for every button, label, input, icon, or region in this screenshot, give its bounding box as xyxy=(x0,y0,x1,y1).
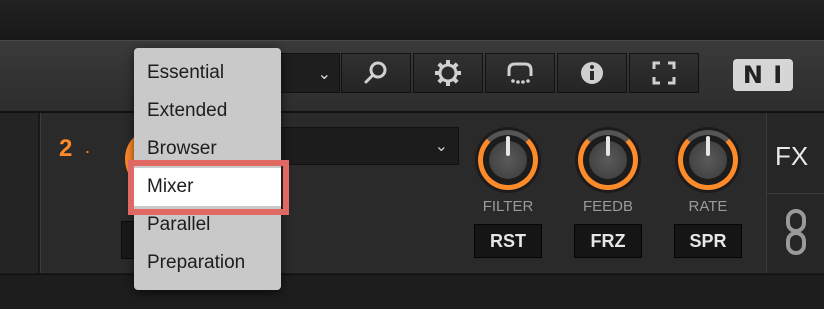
fullscreen-button[interactable] xyxy=(629,53,699,93)
menu-item-extended[interactable]: Extended xyxy=(134,92,281,130)
chevron-down-icon: ⌄ xyxy=(434,138,448,155)
title-bar xyxy=(0,0,824,40)
rate-label: RATE xyxy=(688,198,728,215)
gear-icon xyxy=(435,60,461,86)
rst-button[interactable]: RST xyxy=(474,224,542,258)
search-button[interactable] xyxy=(341,53,411,93)
bottom-bar xyxy=(0,274,824,309)
chain-icon[interactable] xyxy=(784,209,808,255)
header-toolbar: ⌄ N I xyxy=(0,40,824,113)
ni-logo: N I xyxy=(728,55,798,95)
fullscreen-icon xyxy=(652,61,676,85)
spr-button[interactable]: SPR xyxy=(674,224,742,258)
preferences-button[interactable] xyxy=(413,53,483,93)
fx-panel-divider xyxy=(767,193,824,194)
search-icon xyxy=(364,61,387,84)
highlight-box xyxy=(128,160,289,215)
filter-label: FILTER xyxy=(482,198,534,215)
feedback-label: FEEDB xyxy=(582,198,633,215)
deck-number-dot: . xyxy=(85,137,91,157)
menu-item-preparation[interactable]: Preparation xyxy=(134,244,281,282)
feedback-knob[interactable] xyxy=(575,127,641,193)
rate-knob[interactable] xyxy=(675,127,741,193)
fx-panel: FX xyxy=(766,113,824,273)
frz-button[interactable]: FRZ xyxy=(574,224,642,258)
ni-logo-text: N I xyxy=(732,59,794,91)
menu-item-essential[interactable]: Essential xyxy=(134,54,281,92)
loop-recorder-button[interactable] xyxy=(485,53,555,93)
loop-icon xyxy=(507,62,533,84)
left-edge-strip xyxy=(0,113,39,273)
chevron-down-icon: ⌄ xyxy=(317,66,331,83)
info-icon xyxy=(581,62,603,84)
deck-number: 2 xyxy=(59,135,73,162)
filter-knob[interactable] xyxy=(475,127,541,193)
fx-panel-label[interactable]: FX xyxy=(775,141,808,172)
info-button[interactable] xyxy=(557,53,627,93)
